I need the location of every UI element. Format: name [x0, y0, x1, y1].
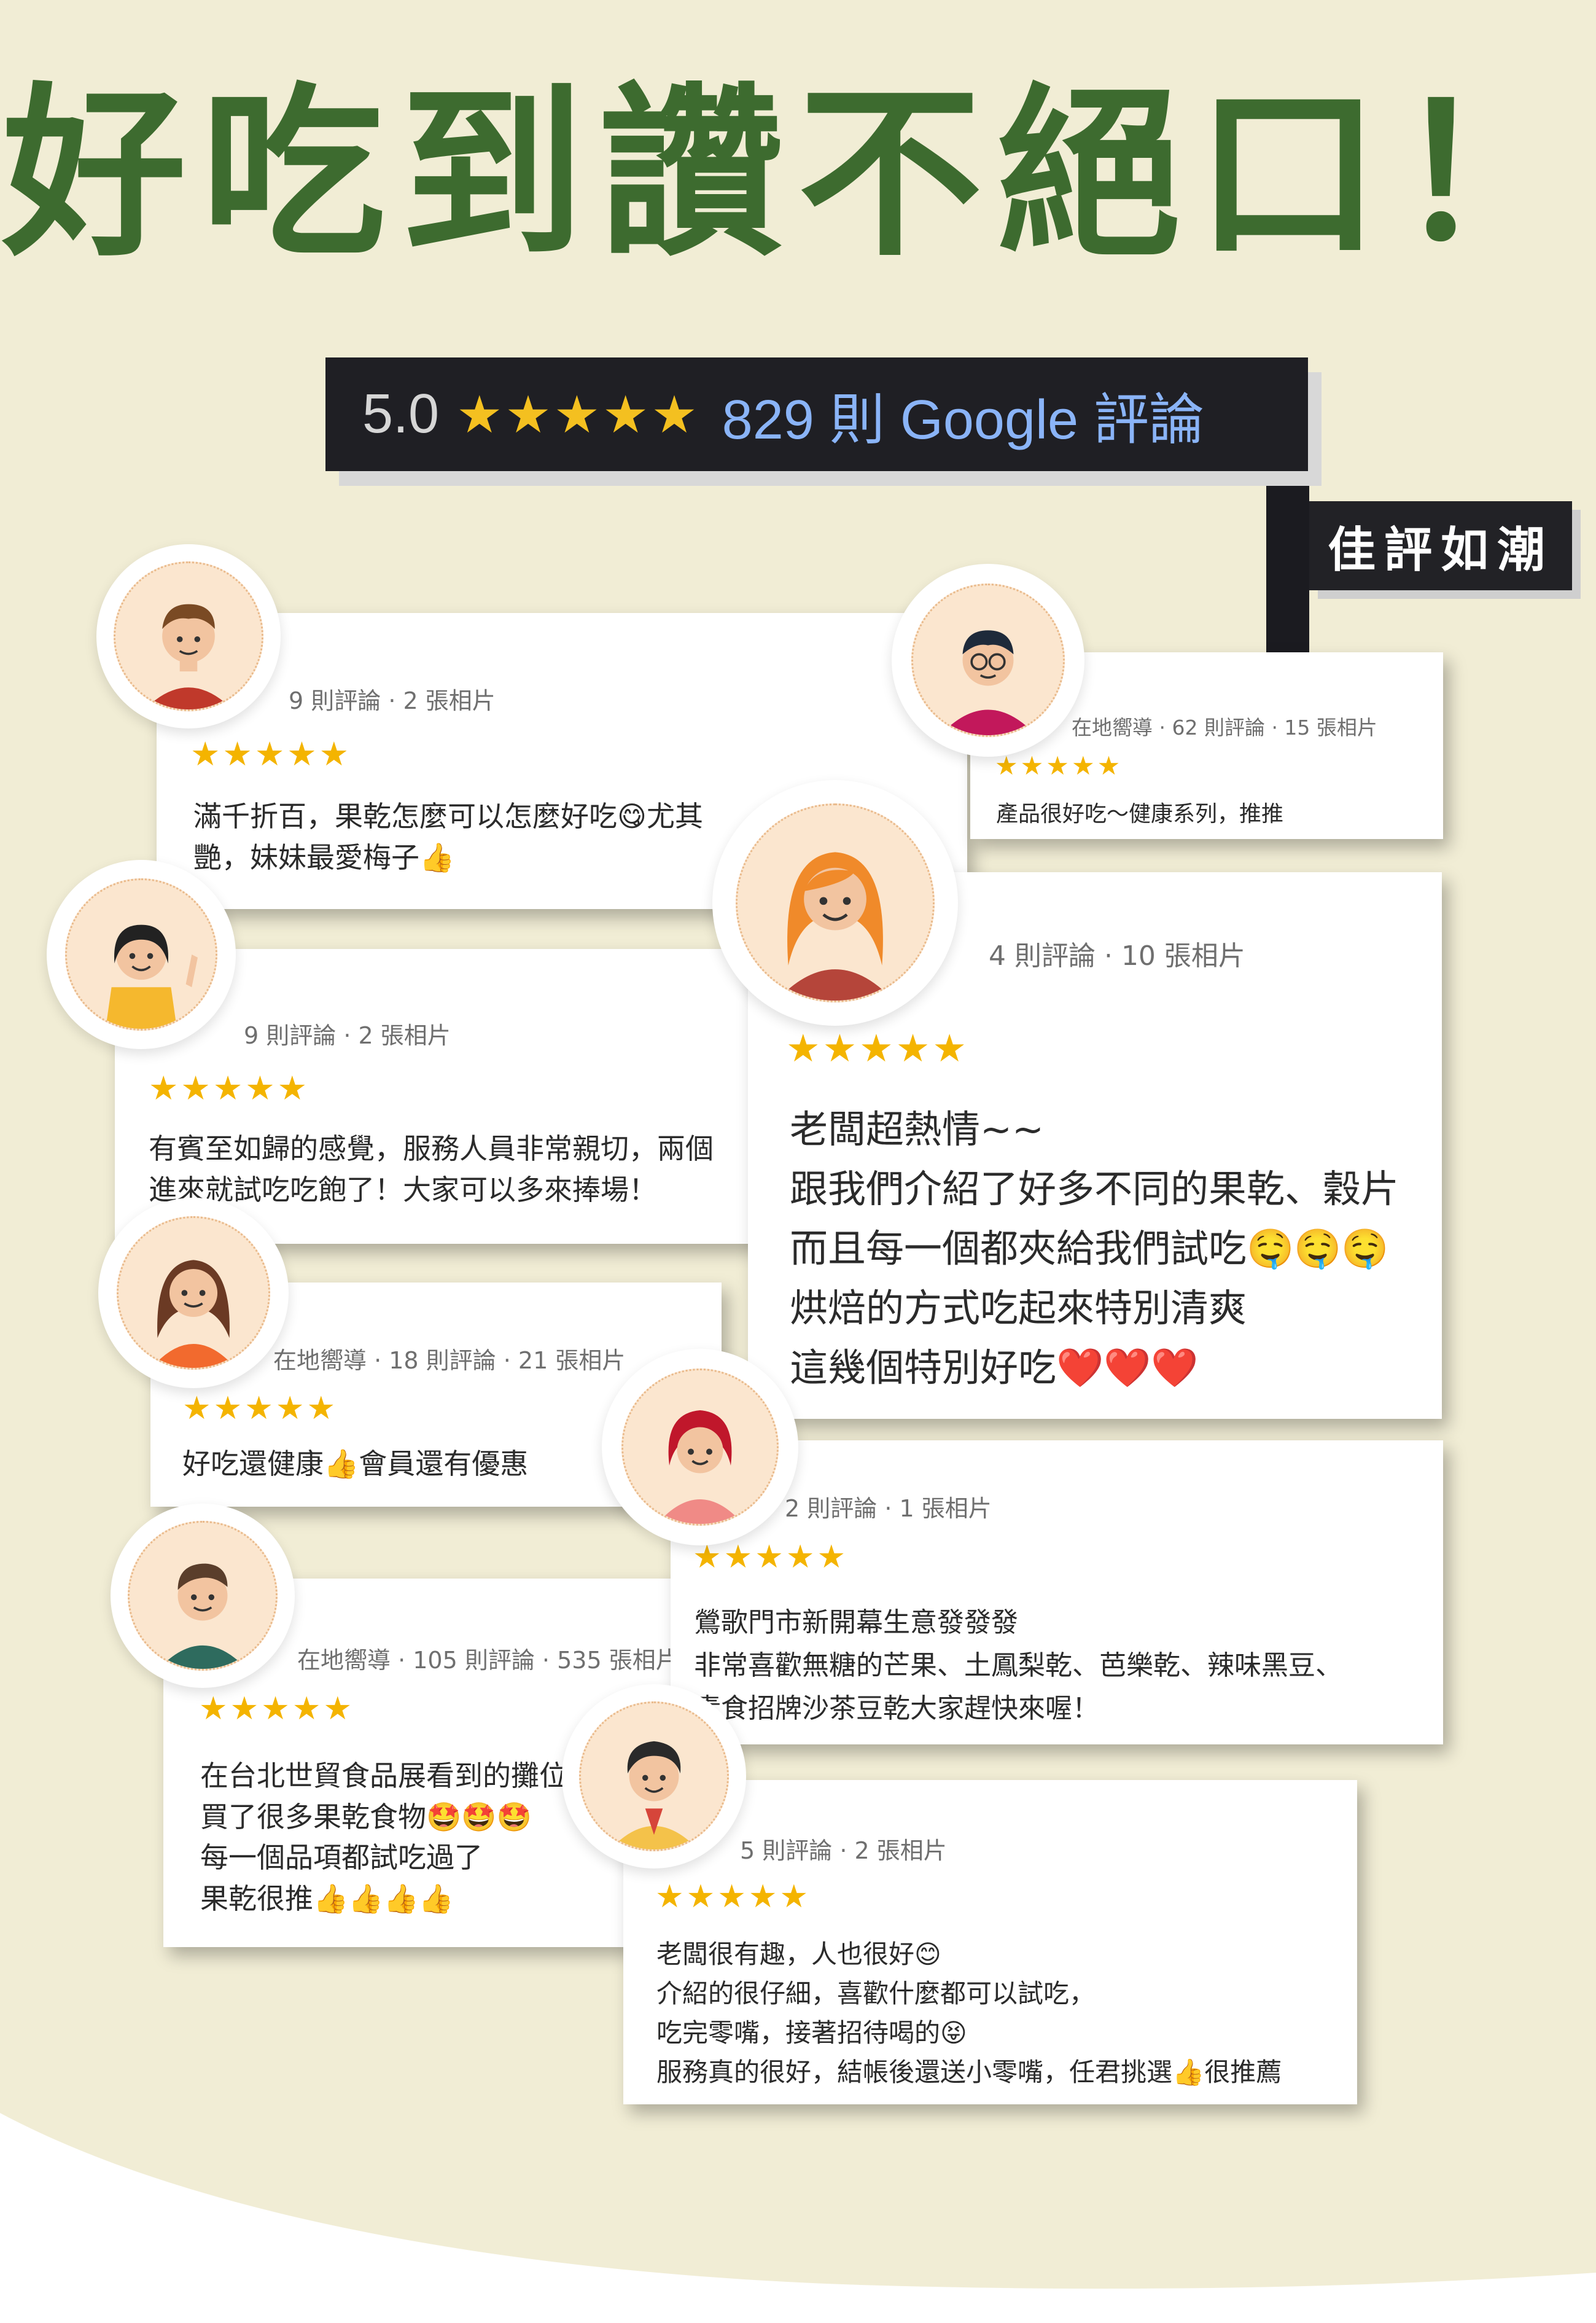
review-meta: 9 則評論 · 2 張相片	[289, 687, 496, 714]
review-line: 這幾個特別好吃❤️❤️❤️	[790, 1345, 1199, 1390]
review-line: 老闆超熱情~~	[790, 1107, 1044, 1152]
review-line: 跟我們介紹了好多不同的果乾、穀片	[790, 1166, 1399, 1211]
review-stars-icon: ★★★★★	[149, 1069, 310, 1107]
man-green-shirt-avatar-icon[interactable]	[128, 1521, 278, 1671]
review-stars-icon: ★★★★★	[655, 1878, 811, 1915]
review-line: 而且每一個都夾給我們試吃🤤🤤🤤	[790, 1226, 1389, 1271]
reviewer-avatar-frame	[602, 1349, 798, 1545]
review-line: 老闆很有趣，人也很好😊	[656, 1939, 941, 1969]
review-meta: 4 則評論 · 10 張相片	[989, 940, 1245, 972]
google-rating-banner[interactable]: 5.0 ★★★★★ 829 則 Google 評論	[325, 357, 1308, 471]
review-text: 老闆超熱情~~ 跟我們介紹了好多不同的果乾、穀片 而且每一個都夾給我們試吃🤤🤤🤤…	[790, 1099, 1399, 1397]
praise-tag: 佳評如潮	[1309, 501, 1572, 590]
review-stars-icon: ★★★★★	[199, 1690, 355, 1727]
review-text: 老闆很有趣，人也很好😊 介紹的很仔細，喜歡什麼都可以試吃， 吃完零嘴，接著招待喝…	[656, 1935, 1282, 2092]
review-line: 果乾很推👍👍👍👍	[200, 1882, 454, 1916]
review-line: 好吃還健康👍會員還有優惠	[182, 1447, 529, 1480]
review-meta: 在地嚮導 · 62 則評論 · 15 張相片	[1072, 716, 1377, 740]
review-stars-icon: ★★★★★	[786, 1026, 969, 1071]
review-count-link[interactable]: 829 則 Google 評論	[722, 375, 1204, 455]
woman-waving-avatar-icon[interactable]	[65, 878, 217, 1031]
review-text: 鶯歌門市新開幕生意發發發 非常喜歡無糖的芒果、土鳳梨乾、芭樂乾、辣味黑豆、 素食…	[694, 1601, 1342, 1730]
review-meta: 在地嚮導 · 18 則評論 · 21 張相片	[273, 1347, 626, 1374]
page-headline: 好吃到讚不絕口！	[2, 64, 1594, 281]
review-text: 滿千折百，果乾怎麼可以怎麼好吃😋尤其 艷，妹妹最愛梅子👍	[193, 796, 703, 878]
woman-orange-hair-avatar-icon[interactable]	[736, 803, 935, 1002]
reviewer-avatar-frame	[96, 544, 281, 728]
review-line: 吃完零嘴，接著招待喝的😝	[656, 2018, 967, 2048]
reviewer-avatar-frame	[111, 1504, 295, 1688]
reviewer-avatar-frame	[47, 860, 236, 1049]
rating-score: 5.0	[362, 383, 440, 445]
reviewer-avatar-frame	[712, 780, 958, 1026]
review-stars-icon: ★★★★★	[693, 1539, 849, 1575]
review-line: 非常喜歡無糖的芒果、土鳳梨乾、芭樂乾、辣味黑豆、	[694, 1650, 1342, 1681]
reviewer-avatar-frame	[892, 564, 1084, 757]
review-line: 有賓至如歸的感覺，服務人員非常親切，兩個	[149, 1132, 714, 1165]
review-line: 在台北世貿食品展看到的攤位	[200, 1759, 567, 1792]
review-card-8: 5 則評論 · 2 張相片 ★★★★★ 老闆很有趣，人也很好😊 介紹的很仔細，喜…	[623, 1780, 1357, 2104]
man-curly-hair-avatar-icon[interactable]	[579, 1701, 729, 1851]
review-line: 服務真的很好，結帳後還送小零嘴，任君挑選👍很推薦	[656, 2057, 1282, 2087]
review-line: 素食招牌沙茶豆乾大家趕快來喔！	[694, 1693, 1099, 1724]
review-stars-icon: ★★★★★	[190, 735, 352, 773]
review-line: 烘焙的方式吃起來特別清爽	[790, 1286, 1247, 1330]
review-text: 好吃還健康👍會員還有優惠	[182, 1443, 528, 1485]
review-line: 艷，妹妹最愛梅子👍	[193, 840, 455, 874]
review-meta: 5 則評論 · 2 張相片	[740, 1837, 947, 1864]
review-line: 介紹的很仔細，喜歡什麼都可以試吃，	[656, 1978, 1096, 2009]
review-text: 在台北世貿食品展看到的攤位 買了很多果乾食物🤩🤩🤩 每一個品項都試吃過了 果乾很…	[200, 1755, 567, 1919]
review-line: 買了很多果乾食物🤩🤩🤩	[200, 1800, 532, 1833]
review-text: 產品很好吃～健康系列，推推	[996, 798, 1283, 830]
review-meta: 在地嚮導 · 105 則評論 · 535 張相片	[297, 1647, 679, 1674]
review-line: 鶯歌門市新開幕生意發發發	[694, 1607, 1018, 1638]
review-line: 每一個品項都試吃過了	[200, 1841, 483, 1875]
review-line: 滿千折百，果乾怎麼可以怎麼好吃😋尤其	[193, 800, 703, 833]
woman-red-hair-avatar-icon[interactable]	[621, 1368, 779, 1526]
man-glasses-avatar-icon[interactable]	[911, 584, 1065, 737]
man-brown-hair-avatar-icon[interactable]	[114, 561, 263, 711]
rating-stars-icon: ★★★★★	[456, 385, 700, 443]
review-stars-icon: ★★★★★	[995, 751, 1123, 781]
review-line: 進來就試吃吃飽了！大家可以多來捧場！	[149, 1173, 657, 1206]
review-line: 產品很好吃～健康系列，推推	[996, 802, 1284, 827]
woman-long-hair-avatar-icon[interactable]	[117, 1216, 270, 1370]
reviewer-avatar-frame	[98, 1198, 289, 1388]
review-meta: 2 則評論 · 1 張相片	[785, 1495, 992, 1522]
review-stars-icon: ★★★★★	[182, 1390, 338, 1427]
review-text: 有賓至如歸的感覺，服務人員非常親切，兩個 進來就試吃吃飽了！大家可以多來捧場！	[149, 1128, 714, 1210]
review-meta: 9 則評論 · 2 張相片	[244, 1022, 451, 1049]
reviewer-avatar-frame	[562, 1684, 746, 1868]
